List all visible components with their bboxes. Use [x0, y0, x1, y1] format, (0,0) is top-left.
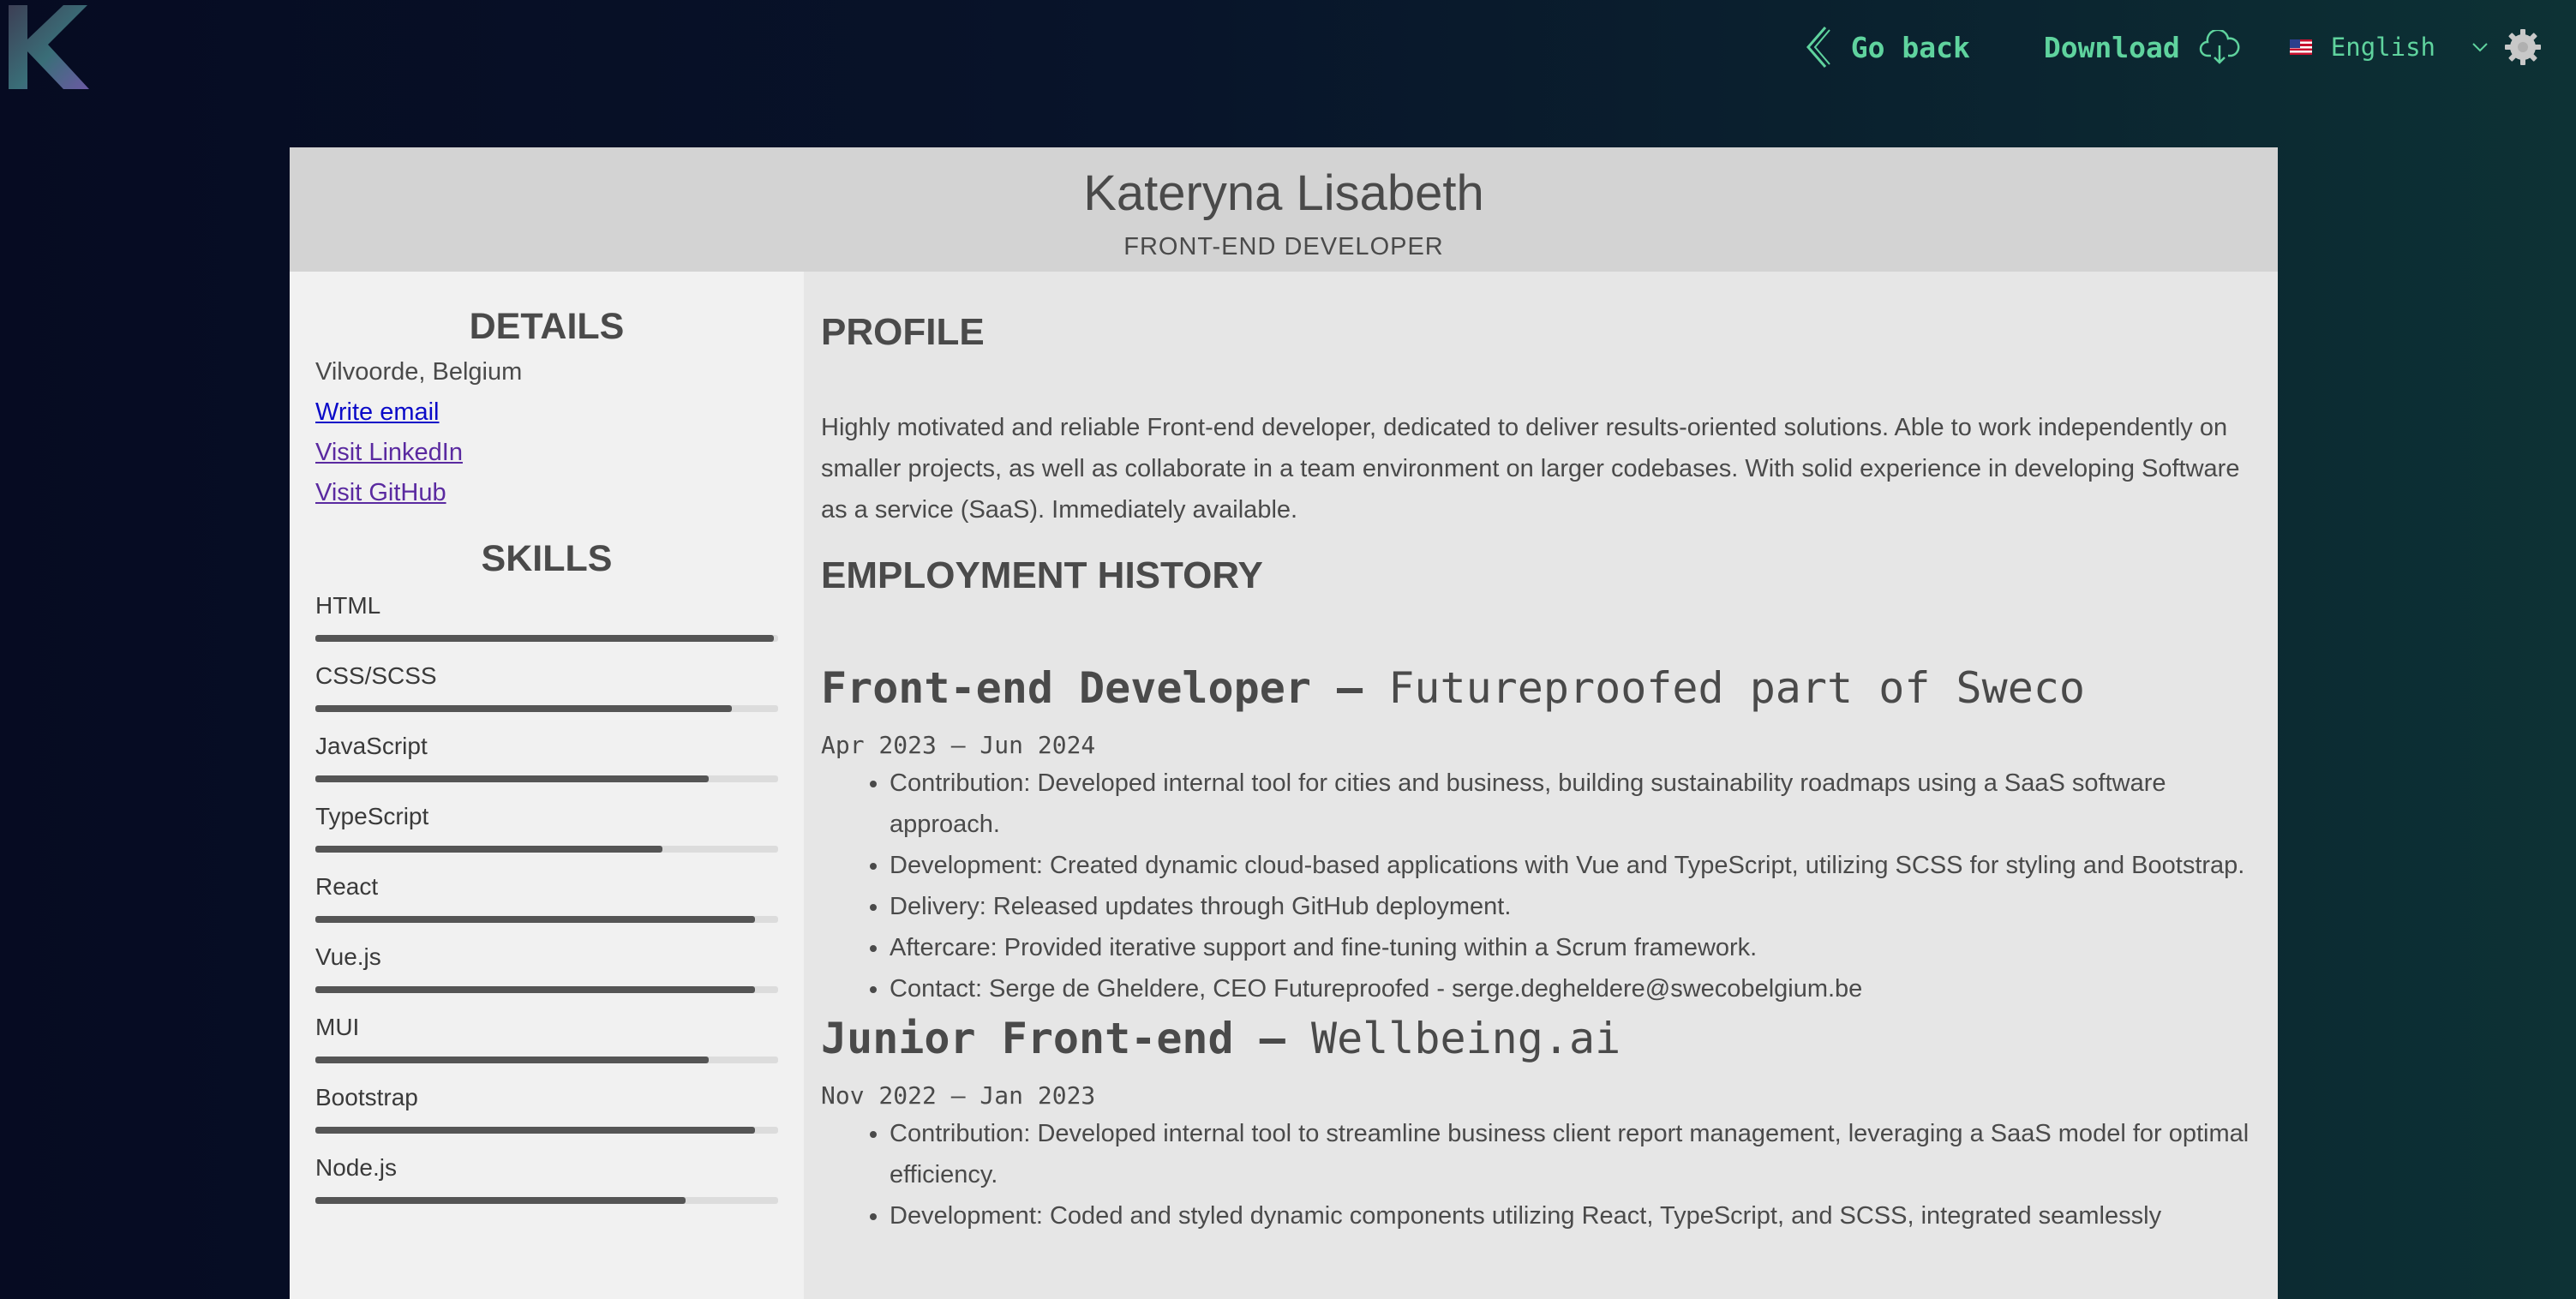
candidate-name: Kateryna Lisabeth [1083, 165, 1484, 221]
job-bullet: Delivery: Released updates through GitHu… [890, 886, 2250, 927]
job-company: Wellbeing.ai [1310, 1014, 1621, 1063]
skill-level-fill [315, 1197, 686, 1204]
skill-name: Node.js [315, 1154, 397, 1181]
download-button[interactable]: Download [2044, 30, 2240, 64]
skill-level-fill [315, 1127, 755, 1134]
skills-list: HTML CSS/SCSS JavaScript TypeScript React Vue… [315, 592, 778, 1204]
us-flag-icon [2289, 39, 2312, 55]
candidate-role: FRONT-END DEVELOPER [1123, 233, 1444, 260]
language-selector[interactable]: English [2289, 33, 2489, 62]
skill-item: Vue.js [315, 943, 778, 993]
skill-level-fill [315, 1057, 709, 1063]
job-title: Junior Front-end – Wellbeing.ai [821, 1011, 2250, 1066]
resume-sidebar: DETAILS Vilvoorde, Belgium Write email V… [290, 272, 804, 1299]
skill-item: React [315, 873, 778, 923]
job-company: Futureproofed part of Sweco [1388, 663, 2086, 713]
skill-level-bar [315, 1197, 778, 1204]
skill-level-fill [315, 635, 774, 642]
skill-name: Vue.js [315, 943, 381, 970]
skill-level-bar [315, 1127, 778, 1134]
job-dates: Nov 2022 – Jan 2023 [821, 1081, 1096, 1110]
app-logo[interactable] [3, 2, 93, 91]
skill-item: JavaScript [315, 733, 778, 782]
job-bullet: Contribution: Developed internal tool fo… [890, 763, 2250, 845]
job-bullet: Aftercare: Provided iterative support an… [890, 927, 2250, 968]
skill-level-fill [315, 846, 662, 853]
job-bullet: Development: Created dynamic cloud-based… [890, 845, 2250, 886]
skill-level-fill [315, 775, 709, 782]
cloud-download-icon [2199, 30, 2240, 64]
skill-level-bar [315, 775, 778, 782]
skill-level-bar [315, 1057, 778, 1063]
skill-level-bar [315, 635, 778, 642]
job-bullet: Contact: Serge de Gheldere, CEO Futurepr… [890, 968, 2250, 1009]
job-dates: Apr 2023 – Jun 2024 [821, 731, 1096, 759]
resume-document: Kateryna Lisabeth FRONT-END DEVELOPER DE… [290, 147, 2278, 1299]
job-position: Junior Front-end – [821, 1014, 1285, 1063]
skill-level-bar [315, 705, 778, 712]
skill-item: MUI [315, 1014, 778, 1063]
skill-name: TypeScript [315, 803, 429, 829]
skill-level-fill [315, 705, 732, 712]
skill-item: TypeScript [315, 803, 778, 853]
download-label: Download [2043, 30, 2180, 64]
job-position: Front-end Developer – [821, 663, 1363, 713]
settings-gear-icon[interactable] [2504, 28, 2542, 66]
language-label: English [2330, 33, 2435, 62]
skill-name: MUI [315, 1014, 360, 1040]
details-heading: DETAILS [469, 306, 625, 347]
skill-item: Bootstrap [315, 1084, 778, 1134]
skill-name: React [315, 873, 379, 900]
go-back-label: Go back [1850, 30, 1970, 64]
skill-level-fill [315, 986, 755, 993]
skill-name: HTML [315, 592, 381, 619]
location-text: Vilvoorde, Belgium [315, 358, 523, 386]
skill-name: Bootstrap [315, 1084, 418, 1110]
skill-name: CSS/SCSS [315, 662, 437, 689]
visit-github-link[interactable]: Visit GitHub [315, 479, 778, 507]
top-navigation: Go back Download English [1803, 24, 2542, 70]
skill-name: JavaScript [315, 733, 428, 759]
skills-heading: SKILLS [481, 538, 613, 579]
visit-linkedin-link[interactable]: Visit LinkedIn [315, 439, 778, 467]
chevron-left-icon [1806, 27, 1830, 68]
write-email-link[interactable]: Write email [315, 398, 778, 427]
skill-level-bar [315, 986, 778, 993]
go-back-button[interactable]: Go back [1803, 25, 1970, 69]
profile-text: Highly motivated and reliable Front-end … [821, 414, 2240, 524]
skill-level-fill [315, 916, 755, 923]
skill-item: HTML [315, 592, 778, 642]
resume-main: PROFILE Highly motivated and reliable Fr… [804, 272, 2278, 1299]
skill-level-bar [315, 846, 778, 853]
chevron-down-icon [2472, 43, 2488, 52]
job-bullet: Contribution: Developed internal tool to… [890, 1113, 2250, 1195]
job-bullets: Contribution: Developed internal tool to… [821, 1113, 2250, 1236]
skill-level-bar [315, 916, 778, 923]
job-title: Front-end Developer – Futureproofed part… [821, 661, 2250, 715]
skill-item: Node.js [315, 1154, 778, 1204]
job-bullets: Contribution: Developed internal tool fo… [821, 763, 2250, 1009]
job-bullet: Development: Coded and styled dynamic co… [890, 1195, 2250, 1236]
employment-history-heading: EMPLOYMENT HISTORY [821, 554, 1263, 596]
skill-item: CSS/SCSS [315, 662, 778, 712]
resume-header: Kateryna Lisabeth FRONT-END DEVELOPER [290, 147, 2278, 272]
profile-heading: PROFILE [821, 311, 985, 353]
